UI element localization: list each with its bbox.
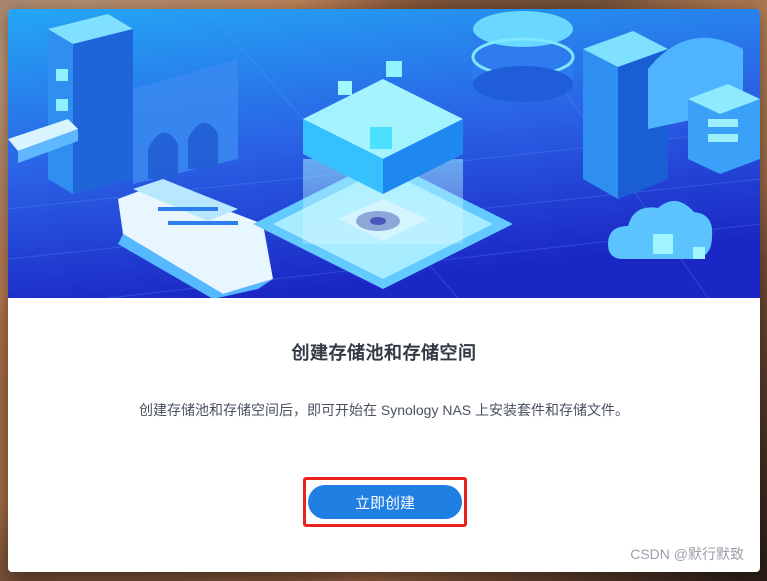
tower-graphic <box>48 14 133 194</box>
create-now-button[interactable]: 立即创建 <box>308 485 462 519</box>
create-storage-dialog: 创建存储池和存储空间 创建存储池和存储空间后，即可开始在 Synology NA… <box>8 9 760 572</box>
dialog-title: 创建存储池和存储空间 <box>291 343 477 363</box>
watermark: CSDN @默行默致 <box>630 546 744 562</box>
dialog-description: 创建存储池和存储空间后，即可开始在 Synology NAS 上安装套件和存储文… <box>138 402 630 418</box>
hero-illustration <box>8 9 760 298</box>
database-graphic <box>471 11 575 102</box>
